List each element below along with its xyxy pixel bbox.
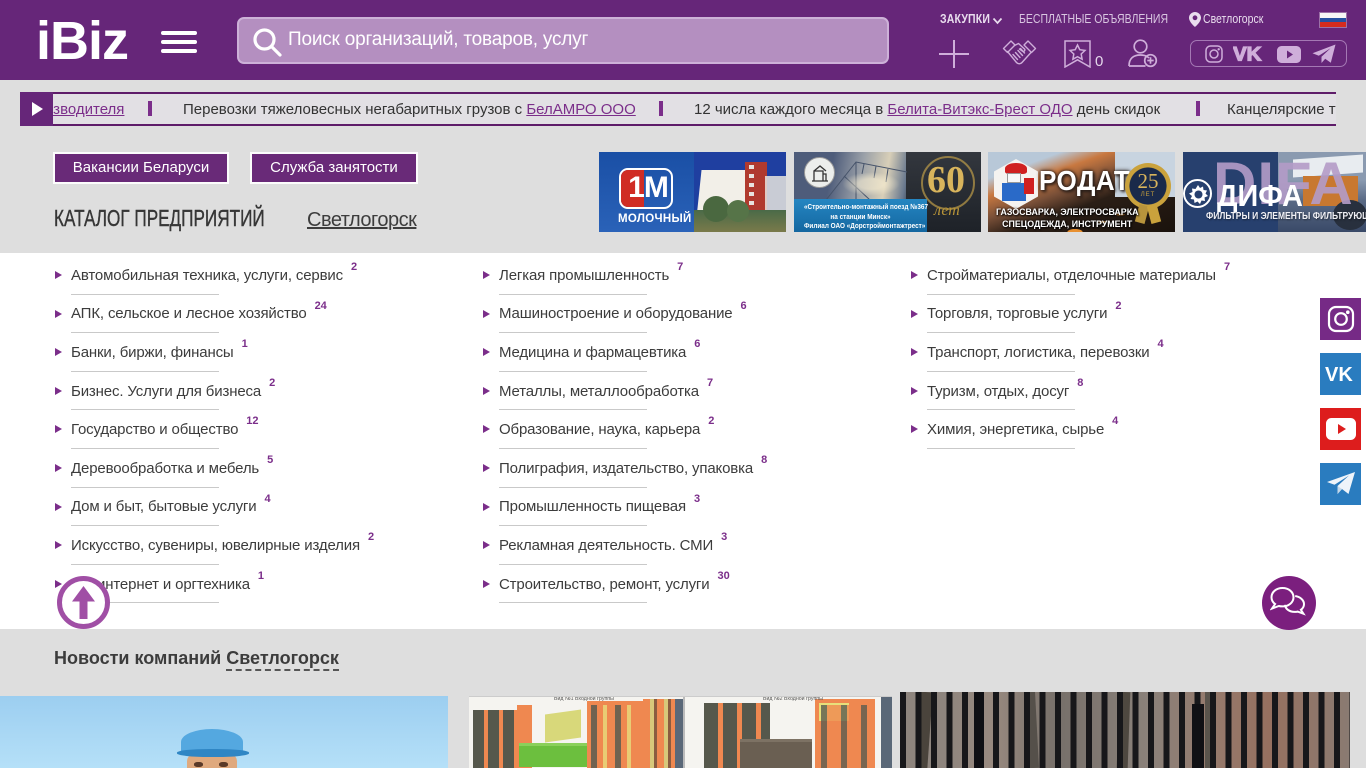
- svg-text:VK: VK: [1233, 45, 1262, 63]
- svg-text:VK: VK: [1325, 364, 1353, 384]
